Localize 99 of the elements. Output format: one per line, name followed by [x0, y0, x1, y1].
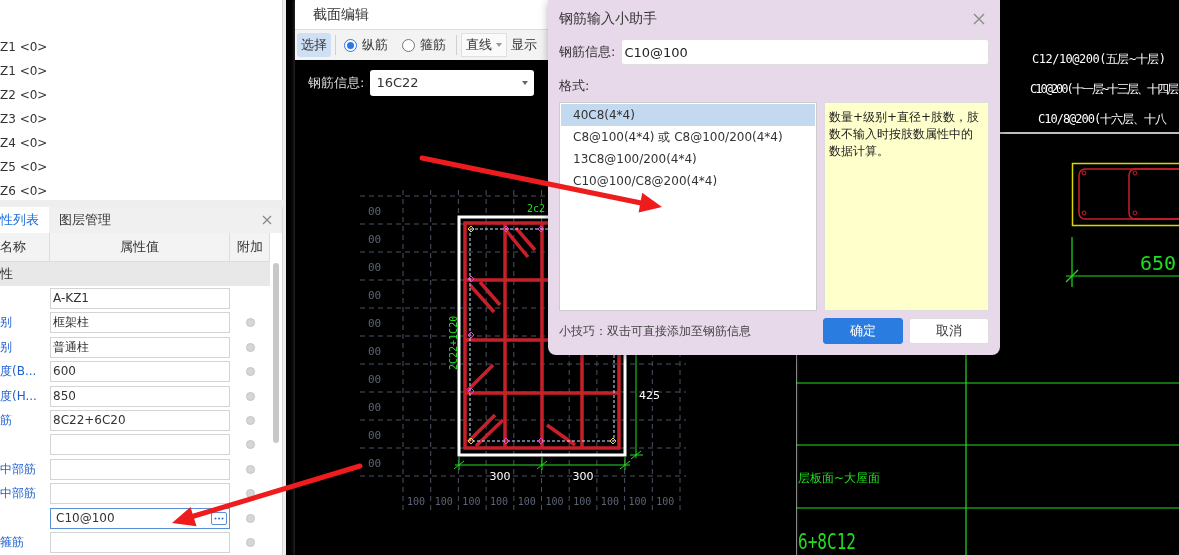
tree-item[interactable]: Z4 <0> [0, 131, 282, 155]
value-field[interactable]: 框架柱 [50, 312, 230, 334]
value-field[interactable]: 600 [50, 361, 230, 383]
rebar-note: 2C22+1C20 [448, 315, 459, 370]
radio-option[interactable]: 箍筋 [402, 36, 446, 54]
grid-label: 100 [517, 496, 536, 507]
group-row: 性 [0, 262, 270, 286]
value-field[interactable]: 8C22+6C20 [50, 410, 230, 431]
property-name: 度(H... [0, 387, 38, 405]
column-header: 名称 [0, 233, 50, 261]
more-button[interactable] [211, 511, 227, 525]
value-field[interactable] [50, 434, 230, 456]
grid-label: 100 [656, 496, 675, 507]
grid-label: 00 [368, 233, 382, 246]
dimension-label: 300 [489, 470, 511, 483]
value-field[interactable]: C10@100 [50, 507, 230, 529]
panel-tab[interactable]: 性列表 [0, 207, 49, 233]
rebar-select[interactable]: 16C22 [370, 69, 535, 96]
tree-item[interactable]: Z6 <0> [0, 179, 282, 200]
grid-label: 100 [628, 496, 647, 507]
scrollbar-thumb[interactable] [273, 263, 279, 443]
dimension-label: 425 [639, 389, 660, 402]
cad-note: 层板面~大屋面 [798, 471, 881, 485]
format-item[interactable]: 13C8@100/200(4*4) [561, 148, 815, 170]
value-field[interactable]: 普通柱 [50, 336, 230, 358]
cad-note: C10@200(十一层~十三层、十四层 [1030, 82, 1178, 96]
line-type-dropdown[interactable]: 直线 [461, 33, 507, 57]
format-description: 数量+级别+直径+肢数，肢数不输入时按肢数属性中的数据计算。 [824, 102, 989, 311]
grid-label: 00 [368, 261, 382, 274]
rebar-input[interactable]: C10@100 [621, 39, 989, 65]
section-label: 格式: [559, 77, 591, 95]
grid-label: 100 [573, 496, 592, 507]
value-field[interactable] [50, 458, 230, 480]
grid-label: 00 [368, 429, 382, 442]
field-label: 钢筋信息: [308, 73, 365, 92]
grid-label: 100 [545, 496, 564, 507]
tip-text: 小技巧：双击可直接添加至钢筋信息 [559, 322, 751, 340]
cancel-button[interactable]: 取消 [909, 318, 989, 344]
property-name: 中部筋 [0, 460, 37, 478]
cad-note: C12/10@200(五层~十层) [1032, 52, 1166, 66]
attach-radio[interactable] [245, 416, 255, 425]
tree-item[interactable]: Z5 <0> [0, 155, 282, 179]
panel-tab[interactable]: 图层管理 [51, 207, 121, 233]
attach-radio[interactable] [245, 318, 255, 328]
grid-label: 00 [368, 317, 382, 330]
dialog-title: 钢筋输入小助手 [559, 10, 657, 28]
tree-item[interactable]: Z2 <0> [0, 83, 282, 107]
grid-label: 00 [368, 457, 382, 470]
toolbar-label: 显示 [511, 36, 537, 54]
attach-radio[interactable] [245, 440, 255, 450]
grid-label: 00 [368, 289, 382, 302]
cad-note: C10/8@200(十六层、十八 [1038, 112, 1167, 126]
property-name: 别 [0, 314, 13, 332]
attach-radio[interactable] [245, 367, 255, 377]
format-item[interactable]: C8@100(4*4) 或 C8@100/200(4*4) [561, 126, 815, 148]
radio-option[interactable]: 纵筋 [344, 36, 388, 54]
grid-label: 00 [368, 401, 382, 414]
caret-icon [496, 43, 502, 47]
confirm-button[interactable]: 确定 [823, 318, 903, 344]
grid-label: 00 [368, 345, 382, 358]
more-icon [214, 516, 224, 520]
caret-icon [522, 80, 529, 85]
value-field[interactable] [50, 532, 230, 554]
property-name: 筋 [0, 412, 13, 429]
format-item[interactable]: C10@100/C8@200(4*4) [561, 170, 815, 192]
grid-label: 100 [490, 496, 509, 507]
close-icon[interactable] [973, 13, 985, 25]
grid-label: 00 [368, 373, 382, 386]
grid-label: 100 [434, 496, 453, 507]
property-name: 箍筋 [0, 534, 25, 552]
grid-label: 100 [600, 496, 619, 507]
tree-item[interactable]: Z3 <0> [0, 107, 282, 131]
property-name: 别 [0, 338, 13, 356]
grid-label: 100 [406, 496, 426, 507]
property-name: 中部筋 [0, 485, 37, 503]
close-icon[interactable] [262, 215, 272, 225]
value-field[interactable]: A-KZ1 [50, 287, 230, 309]
attach-radio[interactable] [245, 489, 255, 499]
cad-note: 6+8C12 [798, 529, 878, 554]
property-name: 度(B... [0, 363, 38, 381]
attach-radio[interactable] [245, 464, 255, 474]
column-header: 属性值 [50, 233, 230, 261]
dimension-label: 300 [572, 470, 594, 483]
attach-radio[interactable] [245, 513, 255, 523]
value-field[interactable]: 850 [50, 385, 230, 407]
format-item[interactable]: 40C8(4*4) [561, 104, 815, 126]
column-header: 附加 [230, 233, 270, 261]
grid-label: 100 [462, 496, 481, 507]
attach-radio[interactable] [245, 391, 255, 401]
dimension-label: 650 [1140, 251, 1177, 275]
tree-item[interactable]: Z1 <0> [0, 59, 282, 83]
tree-item[interactable]: Z1 <0> [0, 35, 282, 59]
field-label: 钢筋信息: [559, 43, 616, 61]
attach-radio[interactable] [245, 538, 255, 548]
select-button[interactable]: 选择 [297, 33, 331, 57]
rebar-note: 2c2 [527, 203, 546, 214]
attach-radio[interactable] [245, 342, 255, 352]
value-field[interactable] [50, 483, 230, 505]
grid-label: 00 [368, 205, 382, 218]
